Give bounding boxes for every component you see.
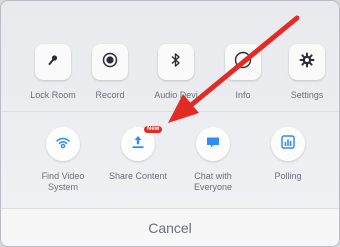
poll-chart-icon [280,134,296,155]
chat-bubble-icon [205,134,221,155]
settings-label: Settings [290,90,324,100]
record-icon [102,52,118,73]
find-video-system-button[interactable] [46,127,80,161]
share-upload-icon [130,134,146,155]
info-button[interactable] [225,44,261,80]
info-icon [234,51,252,74]
more-actions-sheet: Lock Room Record Audio Devi Info Setting… [1,1,339,246]
record-button[interactable] [92,44,128,80]
cancel-button[interactable]: Cancel [1,208,339,246]
chat-with-everyone-button[interactable] [196,127,230,161]
wifi-icon [55,134,71,155]
lock-icon [46,53,60,72]
find-video-system-label: Find Video System [41,171,85,192]
row-divider [1,111,339,112]
action-sheet-frame: Lock Room Record Audio Devi Info Setting… [0,0,340,247]
audio-device-button[interactable] [158,44,194,80]
polling-label: Polling [274,171,302,181]
share-content-label: Share Content [108,171,168,181]
chat-with-everyone-label: Chat with Everyone [193,171,233,192]
new-badge: New [144,126,163,133]
lock-room-button[interactable] [35,44,71,80]
gear-icon [299,52,315,73]
settings-button[interactable] [289,44,325,80]
polling-button[interactable] [271,127,305,161]
bluetooth-icon [170,52,182,73]
